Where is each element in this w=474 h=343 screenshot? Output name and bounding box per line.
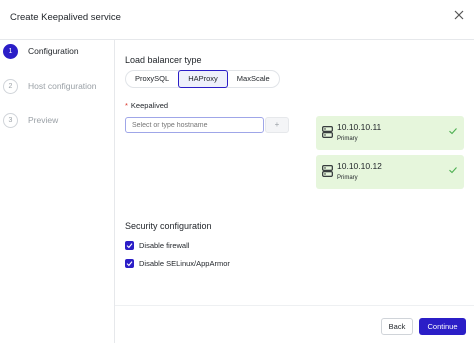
step-number-badge: 1 bbox=[3, 43, 18, 59]
security-config-title: Security configuration bbox=[125, 221, 212, 231]
disable-firewall-option[interactable]: Disable firewall bbox=[125, 239, 189, 251]
check-icon bbox=[449, 128, 457, 135]
checkbox-checked[interactable] bbox=[125, 240, 134, 250]
continue-button[interactable]: Continue bbox=[419, 318, 466, 335]
step-configuration[interactable]: 1 Configuration bbox=[3, 43, 79, 59]
dialog-title: Create Keepalived service bbox=[10, 12, 121, 23]
checkbox-label: Disable firewall bbox=[139, 240, 190, 250]
option-maxscale[interactable]: MaxScale bbox=[228, 71, 279, 87]
step-host-configuration[interactable]: 2 Host configuration bbox=[3, 78, 97, 94]
create-keepalived-dialog: Create Keepalived service 1 Configuratio… bbox=[0, 0, 474, 343]
dialog-header: Create Keepalived service bbox=[0, 0, 474, 40]
disable-selinux-option[interactable]: Disable SELinux/AppArmor bbox=[125, 257, 230, 269]
checkbox-label: Disable SELinux/AppArmor bbox=[139, 258, 230, 268]
footer-divider bbox=[115, 305, 474, 306]
step-preview[interactable]: 3 Preview bbox=[3, 112, 58, 128]
step-label: Preview bbox=[28, 115, 59, 125]
server-icon bbox=[322, 165, 333, 177]
node-role: Primary bbox=[337, 136, 358, 142]
node-role: Primary bbox=[337, 175, 358, 181]
step-label: Configuration bbox=[28, 46, 79, 56]
node-ip: 10.10.10.11 bbox=[337, 122, 382, 132]
node-ip: 10.10.10.12 bbox=[337, 161, 382, 171]
check-icon bbox=[449, 167, 457, 174]
add-host-button[interactable]: + bbox=[265, 117, 289, 133]
step-number-badge: 2 bbox=[3, 78, 18, 94]
close-icon[interactable] bbox=[453, 9, 467, 23]
node-card: 10.10.10.12 Primary bbox=[316, 155, 464, 189]
step-number-badge: 3 bbox=[3, 112, 18, 128]
hostname-input[interactable] bbox=[125, 117, 264, 133]
check-icon bbox=[126, 260, 133, 266]
node-card: 10.10.10.11 Primary bbox=[316, 116, 464, 150]
option-haproxy[interactable]: HAProxy bbox=[178, 70, 228, 88]
wizard-steps: 1 Configuration 2 Host configuration 3 P… bbox=[0, 40, 115, 343]
step-label: Host configuration bbox=[28, 81, 97, 91]
required-marker: * bbox=[125, 101, 128, 110]
server-icon bbox=[322, 126, 333, 138]
keepalived-label: * Keepalived bbox=[125, 101, 169, 110]
check-icon bbox=[126, 242, 133, 248]
back-button[interactable]: Back bbox=[381, 318, 413, 335]
option-proxysql[interactable]: ProxySQL bbox=[126, 71, 178, 87]
checkbox-checked[interactable] bbox=[125, 258, 134, 268]
load-balancer-title: Load balancer type bbox=[125, 55, 202, 65]
load-balancer-type-selector: ProxySQL HAProxy MaxScale bbox=[125, 70, 280, 88]
